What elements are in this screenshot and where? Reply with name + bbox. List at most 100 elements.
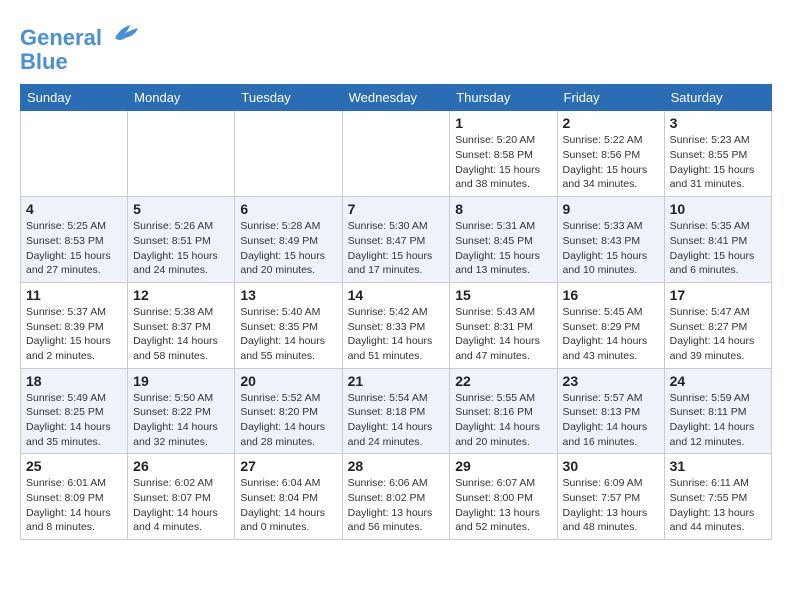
calendar-cell: 14 Sunrise: 5:42 AM Sunset: 8:33 PM Dayli… <box>342 282 450 368</box>
day-number: 21 <box>348 373 445 389</box>
calendar-cell: 25 Sunrise: 6:01 AM Sunset: 8:09 PM Dayli… <box>21 454 128 540</box>
day-info: Sunrise: 5:35 AM Sunset: 8:41 PM Dayligh… <box>670 219 766 278</box>
day-info: Sunrise: 6:11 AM Sunset: 7:55 PM Dayligh… <box>670 476 766 535</box>
day-info: Sunrise: 5:31 AM Sunset: 8:45 PM Dayligh… <box>455 219 551 278</box>
calendar-cell: 13 Sunrise: 5:40 AM Sunset: 8:35 PM Dayli… <box>235 282 342 368</box>
calendar-cell: 21 Sunrise: 5:54 AM Sunset: 8:18 PM Dayli… <box>342 368 450 454</box>
week-row-1: 1Sunrise: 5:20 AM Sunset: 8:58 PM Daylig… <box>21 111 772 197</box>
calendar-cell: 10 Sunrise: 5:35 AM Sunset: 8:41 PM Dayli… <box>664 197 771 283</box>
day-number: 18 <box>26 373 122 389</box>
day-number: 26 <box>133 458 229 474</box>
day-number: 7 <box>348 201 445 217</box>
day-number: 31 <box>670 458 766 474</box>
day-number: 28 <box>348 458 445 474</box>
day-number: 12 <box>133 287 229 303</box>
day-info: Sunrise: 6:09 AM Sunset: 7:57 PM Dayligh… <box>563 476 659 535</box>
calendar-cell: 11Sunrise: 5:37 AM Sunset: 8:39 PM Dayli… <box>21 282 128 368</box>
day-info: Sunrise: 5:57 AM Sunset: 8:13 PM Dayligh… <box>563 391 659 450</box>
day-info: Sunrise: 5:54 AM Sunset: 8:18 PM Dayligh… <box>348 391 445 450</box>
calendar-cell: 16Sunrise: 5:45 AM Sunset: 8:29 PM Dayli… <box>557 282 664 368</box>
calendar-cell: 24Sunrise: 5:59 AM Sunset: 8:11 PM Dayli… <box>664 368 771 454</box>
week-row-4: 18 Sunrise: 5:49 AM Sunset: 8:25 PM Dayli… <box>21 368 772 454</box>
calendar-cell: 29Sunrise: 6:07 AM Sunset: 8:00 PM Dayli… <box>450 454 557 540</box>
day-info: Sunrise: 5:42 AM Sunset: 8:33 PM Dayligh… <box>348 305 445 364</box>
calendar-cell: 2Sunrise: 5:22 AM Sunset: 8:56 PM Daylig… <box>557 111 664 197</box>
calendar-cell: 8 Sunrise: 5:31 AM Sunset: 8:45 PM Daylig… <box>450 197 557 283</box>
day-number: 13 <box>240 287 336 303</box>
day-number: 3 <box>670 115 766 131</box>
weekday-header-tuesday: Tuesday <box>235 85 342 111</box>
day-info: Sunrise: 6:01 AM Sunset: 8:09 PM Dayligh… <box>26 476 122 535</box>
week-row-5: 25 Sunrise: 6:01 AM Sunset: 8:09 PM Dayli… <box>21 454 772 540</box>
calendar-table: SundayMondayTuesdayWednesdayThursdayFrid… <box>20 84 772 540</box>
day-info: Sunrise: 5:33 AM Sunset: 8:43 PM Dayligh… <box>563 219 659 278</box>
calendar-cell: 12 Sunrise: 5:38 AM Sunset: 8:37 PM Dayli… <box>128 282 235 368</box>
day-info: Sunrise: 5:30 AM Sunset: 8:47 PM Dayligh… <box>348 219 445 278</box>
day-number: 2 <box>563 115 659 131</box>
day-number: 25 <box>26 458 122 474</box>
weekday-header-sunday: Sunday <box>21 85 128 111</box>
calendar-cell <box>128 111 235 197</box>
logo-general: General <box>20 25 102 50</box>
calendar-cell <box>235 111 342 197</box>
day-info: Sunrise: 5:47 AM Sunset: 8:27 PM Dayligh… <box>670 305 766 364</box>
day-info: Sunrise: 5:55 AM Sunset: 8:16 PM Dayligh… <box>455 391 551 450</box>
weekday-header-monday: Monday <box>128 85 235 111</box>
calendar-cell: 6Sunrise: 5:28 AM Sunset: 8:49 PM Daylig… <box>235 197 342 283</box>
weekday-header-thursday: Thursday <box>450 85 557 111</box>
day-info: Sunrise: 5:49 AM Sunset: 8:25 PM Dayligh… <box>26 391 122 450</box>
day-info: Sunrise: 5:45 AM Sunset: 8:29 PM Dayligh… <box>563 305 659 364</box>
calendar-cell: 3 Sunrise: 5:23 AM Sunset: 8:55 PM Daylig… <box>664 111 771 197</box>
logo: General Blue <box>20 20 140 74</box>
day-number: 10 <box>670 201 766 217</box>
day-number: 4 <box>26 201 122 217</box>
weekday-header-wednesday: Wednesday <box>342 85 450 111</box>
day-number: 9 <box>563 201 659 217</box>
calendar-cell: 26 Sunrise: 6:02 AM Sunset: 8:07 PM Dayli… <box>128 454 235 540</box>
weekday-header-friday: Friday <box>557 85 664 111</box>
day-info: Sunrise: 5:26 AM Sunset: 8:51 PM Dayligh… <box>133 219 229 278</box>
day-info: Sunrise: 6:02 AM Sunset: 8:07 PM Dayligh… <box>133 476 229 535</box>
calendar-cell: 17 Sunrise: 5:47 AM Sunset: 8:27 PM Dayli… <box>664 282 771 368</box>
calendar-cell: 22 Sunrise: 5:55 AM Sunset: 8:16 PM Dayli… <box>450 368 557 454</box>
day-number: 14 <box>348 287 445 303</box>
calendar-cell: 31 Sunrise: 6:11 AM Sunset: 7:55 PM Dayli… <box>664 454 771 540</box>
day-number: 27 <box>240 458 336 474</box>
day-number: 15 <box>455 287 551 303</box>
calendar-cell: 5 Sunrise: 5:26 AM Sunset: 8:51 PM Daylig… <box>128 197 235 283</box>
calendar-cell: 19Sunrise: 5:50 AM Sunset: 8:22 PM Dayli… <box>128 368 235 454</box>
day-number: 20 <box>240 373 336 389</box>
day-number: 11 <box>26 287 122 303</box>
calendar-cell: 23 Sunrise: 5:57 AM Sunset: 8:13 PM Dayli… <box>557 368 664 454</box>
logo-bird-icon <box>110 20 140 45</box>
day-number: 30 <box>563 458 659 474</box>
day-number: 22 <box>455 373 551 389</box>
calendar-cell: 30 Sunrise: 6:09 AM Sunset: 7:57 PM Dayli… <box>557 454 664 540</box>
day-info: Sunrise: 5:59 AM Sunset: 8:11 PM Dayligh… <box>670 391 766 450</box>
day-number: 5 <box>133 201 229 217</box>
day-info: Sunrise: 5:50 AM Sunset: 8:22 PM Dayligh… <box>133 391 229 450</box>
day-info: Sunrise: 5:25 AM Sunset: 8:53 PM Dayligh… <box>26 219 122 278</box>
day-number: 6 <box>240 201 336 217</box>
calendar-cell: 15 Sunrise: 5:43 AM Sunset: 8:31 PM Dayli… <box>450 282 557 368</box>
day-number: 17 <box>670 287 766 303</box>
day-info: Sunrise: 5:40 AM Sunset: 8:35 PM Dayligh… <box>240 305 336 364</box>
calendar-cell: 7 Sunrise: 5:30 AM Sunset: 8:47 PM Daylig… <box>342 197 450 283</box>
weekday-header-row: SundayMondayTuesdayWednesdayThursdayFrid… <box>21 85 772 111</box>
day-number: 23 <box>563 373 659 389</box>
day-info: Sunrise: 6:07 AM Sunset: 8:00 PM Dayligh… <box>455 476 551 535</box>
day-number: 1 <box>455 115 551 131</box>
week-row-2: 4 Sunrise: 5:25 AM Sunset: 8:53 PM Daylig… <box>21 197 772 283</box>
day-info: Sunrise: 6:04 AM Sunset: 8:04 PM Dayligh… <box>240 476 336 535</box>
day-info: Sunrise: 5:38 AM Sunset: 8:37 PM Dayligh… <box>133 305 229 364</box>
day-info: Sunrise: 6:06 AM Sunset: 8:02 PM Dayligh… <box>348 476 445 535</box>
day-info: Sunrise: 5:23 AM Sunset: 8:55 PM Dayligh… <box>670 133 766 192</box>
calendar-cell <box>21 111 128 197</box>
day-info: Sunrise: 5:43 AM Sunset: 8:31 PM Dayligh… <box>455 305 551 364</box>
calendar-cell: 1Sunrise: 5:20 AM Sunset: 8:58 PM Daylig… <box>450 111 557 197</box>
calendar-cell: 4 Sunrise: 5:25 AM Sunset: 8:53 PM Daylig… <box>21 197 128 283</box>
day-number: 8 <box>455 201 551 217</box>
calendar-cell <box>342 111 450 197</box>
calendar-cell: 9 Sunrise: 5:33 AM Sunset: 8:43 PM Daylig… <box>557 197 664 283</box>
page-header: General Blue <box>20 20 772 74</box>
